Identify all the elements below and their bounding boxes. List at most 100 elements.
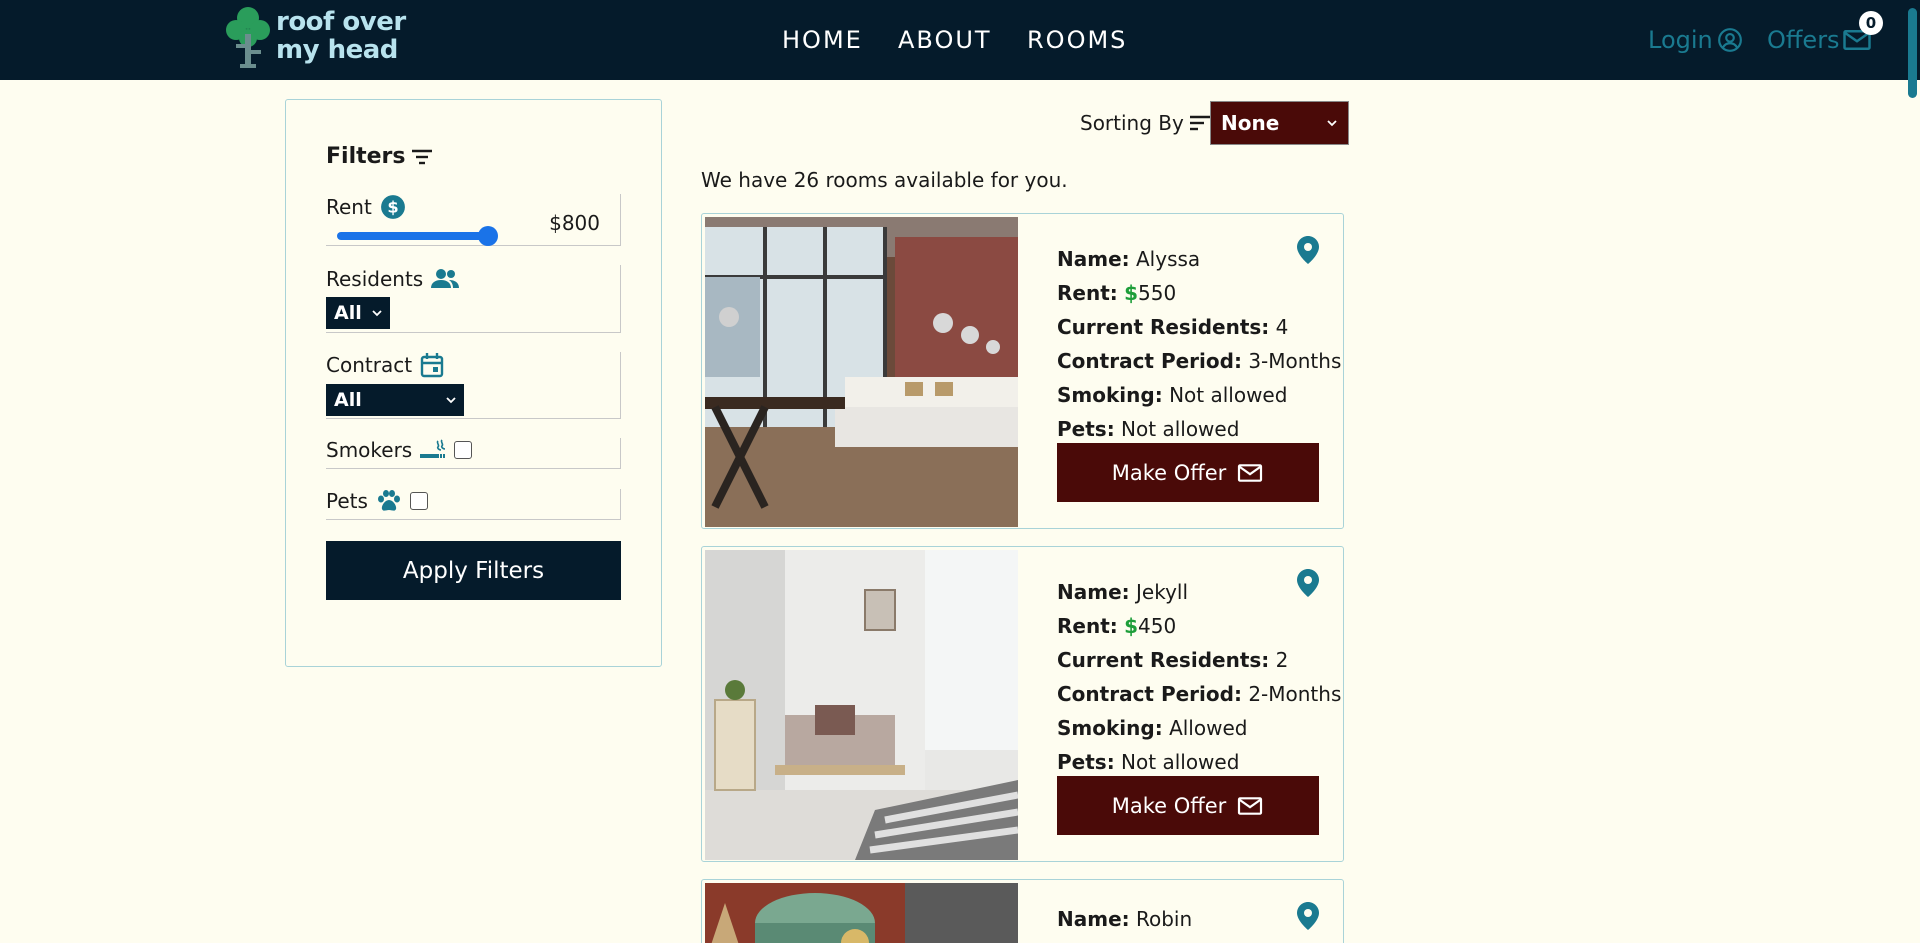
room-details: Name: Robin	[1057, 902, 1192, 936]
residents-filter-label: Residents	[326, 267, 460, 291]
room-contract: 3-Months	[1248, 349, 1342, 373]
room-rent: 550	[1138, 281, 1177, 305]
pets-filter-label: Pets	[326, 489, 428, 513]
residents-filter: Residents All	[326, 265, 621, 333]
people-icon	[431, 269, 460, 288]
mail-icon	[1238, 796, 1263, 815]
sorting-select-value: None	[1221, 111, 1280, 135]
filters-title: Filters	[326, 144, 406, 169]
user-circle-icon	[1717, 28, 1742, 52]
nav-about[interactable]: ABOUT	[898, 26, 992, 54]
room-contract-row: Contract Period: 3-Months	[1057, 344, 1341, 378]
pets-label: Pets	[326, 489, 368, 513]
logo[interactable]: roof over my head	[222, 4, 432, 70]
offers-label: Offers	[1767, 26, 1840, 54]
room-pets-row: Pets: Not allowed	[1057, 745, 1341, 779]
room-pets: Not allowed	[1121, 417, 1240, 441]
make-offer-label: Make Offer	[1111, 460, 1227, 485]
pets-key: Pets:	[1057, 750, 1115, 774]
logo-text: roof over my head	[276, 8, 406, 64]
pets-filter: Pets	[326, 489, 621, 520]
room-name: Alyssa	[1136, 247, 1201, 271]
room-image[interactable]	[705, 550, 1018, 860]
room-pets-row: Pets: Not allowed	[1057, 412, 1341, 446]
make-offer-button[interactable]: Make Offer	[1057, 776, 1319, 835]
pets-checkbox[interactable]	[409, 492, 428, 510]
residents-select-value: All	[334, 302, 362, 324]
rent-key: Rent:	[1057, 281, 1118, 305]
contract-key: Contract Period:	[1057, 682, 1242, 706]
filter-lines-icon	[411, 149, 432, 164]
chevron-down-icon	[446, 397, 456, 404]
rent-slider-track[interactable]	[337, 232, 497, 240]
filters-heading: Filters	[326, 144, 434, 169]
contract-label: Contract	[326, 353, 413, 377]
tree-logo-icon	[226, 7, 270, 68]
rent-value: $800	[549, 211, 600, 235]
room-rent-row: Rent: $550	[1057, 276, 1341, 310]
smokers-checkbox[interactable]	[454, 441, 473, 459]
chevron-down-icon	[1327, 120, 1337, 127]
room-residents: 4	[1275, 315, 1289, 339]
sorting-select[interactable]: None	[1210, 101, 1349, 145]
room-residents: 2	[1275, 648, 1289, 672]
contract-select[interactable]: All	[326, 384, 464, 416]
offers-link[interactable]: Offers	[1767, 26, 1872, 54]
sorting-control: Sorting By	[1080, 111, 1212, 135]
room-smoking: Not allowed	[1169, 383, 1288, 407]
location-pin-icon[interactable]	[1297, 569, 1319, 597]
room-details: Name: Alyssa Rent: $550 Current Resident…	[1057, 242, 1341, 446]
room-name: Jekyll	[1136, 580, 1189, 604]
rent-filter-label: Rent $	[326, 194, 406, 220]
pets-key: Pets:	[1057, 417, 1115, 441]
offers-count-badge: 0	[1859, 11, 1883, 35]
smoking-key: Smoking:	[1057, 383, 1163, 407]
room-name-row: Name: Robin	[1057, 902, 1192, 936]
smoking-icon	[420, 439, 446, 458]
name-key: Name:	[1057, 580, 1130, 604]
scrollbar-thumb[interactable]	[1908, 8, 1917, 98]
room-card: Name: Robin	[701, 879, 1344, 943]
rent-label: Rent	[326, 195, 372, 219]
apply-filters-button[interactable]: Apply Filters	[326, 541, 621, 600]
calendar-icon	[420, 353, 444, 378]
top-navbar: roof over my head HOME ABOUT ROOMS Login…	[0, 0, 1920, 80]
room-rent: 450	[1138, 614, 1177, 638]
location-pin-icon[interactable]	[1297, 236, 1319, 264]
contract-filter-label: Contract	[326, 352, 444, 378]
smoking-key: Smoking:	[1057, 716, 1163, 740]
name-key: Name:	[1057, 247, 1130, 271]
name-key: Name:	[1057, 907, 1130, 931]
smokers-filter-label: Smokers	[326, 438, 473, 462]
dollar-circle-icon: $	[380, 195, 405, 219]
smokers-filter: Smokers	[326, 438, 621, 469]
currency-symbol: $	[1124, 614, 1139, 638]
rent-key: Rent:	[1057, 614, 1118, 638]
rent-slider-handle[interactable]	[478, 226, 498, 246]
room-contract-row: Contract Period: 2-Months	[1057, 677, 1341, 711]
sort-lines-icon	[1189, 115, 1210, 131]
room-smoking: Allowed	[1169, 716, 1248, 740]
nav-rooms[interactable]: ROOMS	[1027, 26, 1127, 54]
availability-text: We have 26 rooms available for you.	[701, 168, 1068, 192]
room-residents-row: Current Residents: 4	[1057, 310, 1341, 344]
nav-home[interactable]: HOME	[782, 26, 863, 54]
room-image[interactable]	[705, 217, 1018, 527]
location-pin-icon[interactable]	[1297, 902, 1319, 930]
residents-select[interactable]: All	[326, 297, 390, 329]
room-image[interactable]	[705, 883, 1018, 943]
logo-line-1: roof over	[276, 7, 406, 37]
room-name: Robin	[1136, 907, 1193, 931]
smokers-label: Smokers	[326, 438, 413, 462]
contract-key: Contract Period:	[1057, 349, 1242, 373]
room-residents-row: Current Residents: 2	[1057, 643, 1341, 677]
scrollbar[interactable]	[1905, 0, 1920, 943]
make-offer-button[interactable]: Make Offer	[1057, 443, 1319, 502]
residents-label: Residents	[326, 267, 424, 291]
login-label: Login	[1648, 26, 1713, 54]
chevron-down-icon	[372, 310, 382, 317]
room-details: Name: Jekyll Rent: $450 Current Resident…	[1057, 575, 1341, 779]
login-link[interactable]: Login	[1648, 26, 1743, 54]
room-rent-row: Rent: $450	[1057, 609, 1341, 643]
residents-key: Current Residents:	[1057, 648, 1270, 672]
